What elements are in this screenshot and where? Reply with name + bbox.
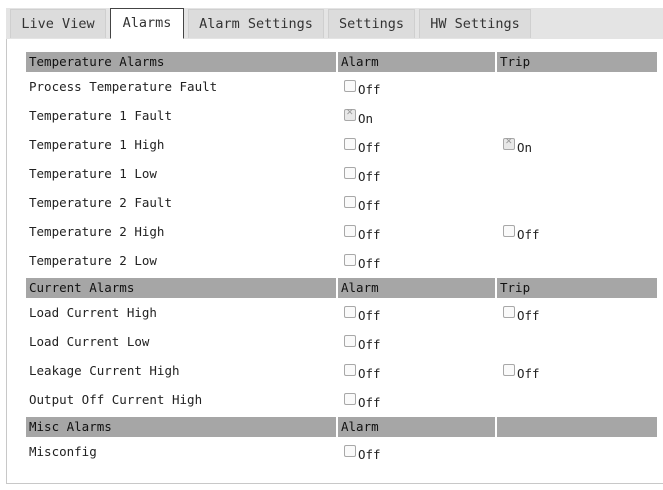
alarm-checkbox[interactable] bbox=[344, 80, 356, 92]
alarm-state-label: On bbox=[358, 111, 374, 126]
section-header: Temperature Alarms Alarm Trip bbox=[26, 52, 657, 72]
trip-control[interactable]: Off bbox=[503, 305, 540, 323]
alarm-checkbox[interactable] bbox=[344, 306, 356, 318]
alarm-checkbox[interactable] bbox=[344, 335, 356, 347]
alarm-row: Temperature 2 High Off Off bbox=[26, 218, 657, 247]
alarm-control[interactable]: Off bbox=[344, 195, 381, 213]
alarm-row: Misconfig Off bbox=[26, 438, 657, 467]
column-header-alarm: Alarm bbox=[338, 278, 497, 298]
alarm-control[interactable]: Off bbox=[344, 392, 381, 410]
alarm-state-label: Off bbox=[358, 308, 381, 323]
alarm-state-label: Off bbox=[358, 337, 381, 352]
trip-state-label: Off bbox=[517, 308, 540, 323]
tab-bar: Live View Alarms Alarm Settings Settings… bbox=[6, 8, 663, 40]
alarm-control[interactable]: On bbox=[344, 108, 373, 126]
trip-state-label: On bbox=[517, 140, 533, 155]
alarm-state-label: Off bbox=[358, 227, 381, 242]
section-header: Current Alarms Alarm Trip bbox=[26, 278, 657, 298]
alarm-state-label: Off bbox=[358, 82, 381, 97]
trip-checkbox[interactable] bbox=[503, 137, 515, 150]
alarm-state-label: Off bbox=[358, 395, 381, 410]
trip-checkbox[interactable] bbox=[503, 306, 515, 318]
alarm-checkbox[interactable] bbox=[344, 138, 356, 150]
alarm-row: Temperature 1 Low Off bbox=[26, 160, 657, 189]
alarm-state-label: Off bbox=[358, 198, 381, 213]
tab-settings[interactable]: Settings bbox=[328, 9, 415, 38]
alarm-checkbox[interactable] bbox=[344, 254, 356, 266]
trip-checkbox[interactable] bbox=[503, 364, 515, 376]
alarm-control[interactable]: Off bbox=[344, 253, 381, 271]
alarm-checkbox[interactable] bbox=[344, 196, 356, 208]
alarm-control[interactable]: Off bbox=[344, 79, 381, 97]
alarm-state-label: Off bbox=[358, 447, 381, 462]
tab-hw-settings[interactable]: HW Settings bbox=[419, 9, 531, 38]
alarm-checkbox[interactable] bbox=[344, 167, 356, 179]
alarm-row: Leakage Current High Off Off bbox=[26, 357, 657, 386]
alarm-checkbox[interactable] bbox=[344, 445, 356, 457]
trip-checkbox[interactable] bbox=[503, 225, 515, 237]
alarm-row: Temperature 2 Fault Off bbox=[26, 189, 657, 218]
alarm-checkbox[interactable] bbox=[344, 225, 356, 237]
alarm-name: Misconfig bbox=[29, 444, 97, 459]
section-title: Current Alarms bbox=[26, 278, 338, 298]
alarm-row: Load Current High Off Off bbox=[26, 299, 657, 328]
alarm-row: Temperature 1 HighOffOn bbox=[26, 131, 657, 160]
alarm-row: Temperature 2 Low Off bbox=[26, 247, 657, 276]
tab-live-view[interactable]: Live View bbox=[10, 9, 106, 38]
section-header: Misc Alarms Alarm bbox=[26, 417, 657, 437]
alarm-control[interactable]: Off bbox=[344, 137, 381, 155]
alarm-checkbox[interactable] bbox=[344, 108, 356, 121]
column-header-trip: Trip bbox=[500, 280, 531, 295]
alarm-checkbox[interactable] bbox=[344, 364, 356, 376]
alarm-control[interactable]: Off bbox=[344, 305, 381, 323]
column-header-alarm: Alarm bbox=[338, 52, 497, 72]
trip-control[interactable]: Off bbox=[503, 363, 540, 381]
column-header-trip bbox=[497, 417, 657, 437]
tab-alarm-settings[interactable]: Alarm Settings bbox=[188, 9, 324, 38]
column-header-trip: Trip bbox=[500, 54, 531, 69]
alarm-control[interactable]: Off bbox=[344, 224, 381, 242]
section-title: Misc Alarms bbox=[26, 417, 338, 437]
alarm-control[interactable]: Off bbox=[344, 363, 381, 381]
tab-alarms[interactable]: Alarms bbox=[110, 8, 184, 39]
trip-state-label: Off bbox=[517, 366, 540, 381]
alarm-row: Load Current Low Off bbox=[26, 328, 657, 357]
trip-control[interactable]: Off bbox=[503, 224, 540, 242]
section-title: Temperature Alarms bbox=[26, 52, 338, 72]
alarm-row: Temperature 1 FaultOn bbox=[26, 102, 657, 131]
alarm-row: Process Temperature Fault Off bbox=[26, 73, 657, 102]
alarm-state-label: Off bbox=[358, 256, 381, 271]
alarm-control[interactable]: Off bbox=[344, 334, 381, 352]
alarm-state-label: Off bbox=[358, 366, 381, 381]
alarm-row: Output Off Current High Off bbox=[26, 386, 657, 415]
alarm-state-label: Off bbox=[358, 169, 381, 184]
alarm-checkbox[interactable] bbox=[344, 393, 356, 405]
alarm-control[interactable]: Off bbox=[344, 166, 381, 184]
alarm-control[interactable]: Off bbox=[344, 444, 381, 462]
trip-control[interactable]: On bbox=[503, 137, 532, 155]
column-header-alarm: Alarm bbox=[338, 417, 497, 437]
trip-state-label: Off bbox=[517, 227, 540, 242]
alarm-state-label: Off bbox=[358, 140, 381, 155]
